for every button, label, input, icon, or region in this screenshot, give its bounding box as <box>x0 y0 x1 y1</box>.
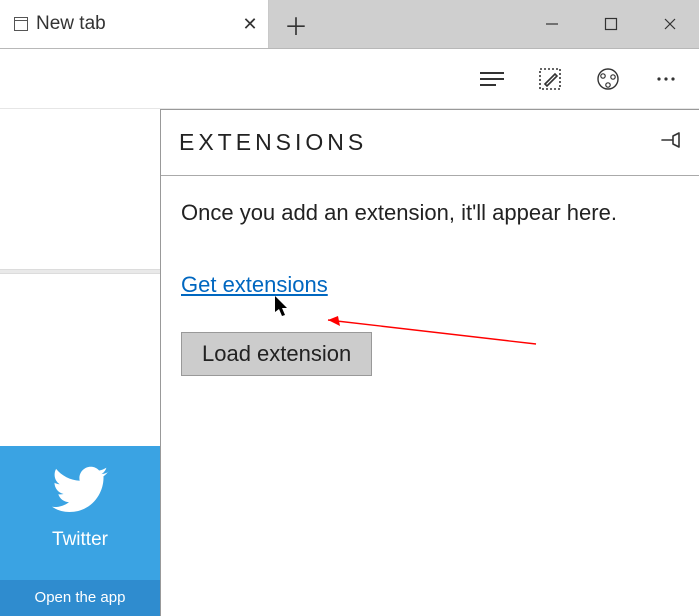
browser-tab[interactable]: New tab ✕ <box>0 0 269 48</box>
panel-title: EXTENSIONS <box>179 129 367 156</box>
browser-toolbar <box>0 49 699 109</box>
empty-state-message: Once you add an extension, it'll appear … <box>181 200 679 226</box>
page-icon <box>14 17 28 31</box>
twitter-tile[interactable]: Twitter Open the app <box>0 446 160 616</box>
close-tab-button[interactable]: ✕ <box>232 14 268 35</box>
load-extension-button[interactable]: Load extension <box>181 332 372 376</box>
tile-label: Twitter <box>0 529 160 551</box>
extensions-panel-header: EXTENSIONS <box>161 110 699 176</box>
window-titlebar: New tab ✕ ＋ <box>0 0 699 49</box>
share-button[interactable] <box>579 50 637 108</box>
content-divider <box>0 269 160 274</box>
extensions-panel-body: Once you add an extension, it'll appear … <box>161 176 699 394</box>
new-tab-button[interactable]: ＋ <box>269 0 323 48</box>
start-page-left-column: Twitter Open the app <box>0 109 160 616</box>
web-note-button[interactable] <box>521 50 579 108</box>
maximize-button[interactable] <box>581 0 640 48</box>
twitter-icon <box>0 466 160 517</box>
window-controls <box>522 0 699 48</box>
tile-open-app-button[interactable]: Open the app <box>0 580 160 616</box>
extensions-panel: EXTENSIONS Once you add an extension, it… <box>160 109 699 616</box>
more-button[interactable] <box>637 50 695 108</box>
close-window-button[interactable] <box>640 0 699 48</box>
pin-icon[interactable] <box>659 129 681 156</box>
tab-title: New tab <box>36 13 232 35</box>
get-extensions-link[interactable]: Get extensions <box>181 272 328 298</box>
reading-view-button[interactable] <box>463 50 521 108</box>
minimize-button[interactable] <box>522 0 581 48</box>
